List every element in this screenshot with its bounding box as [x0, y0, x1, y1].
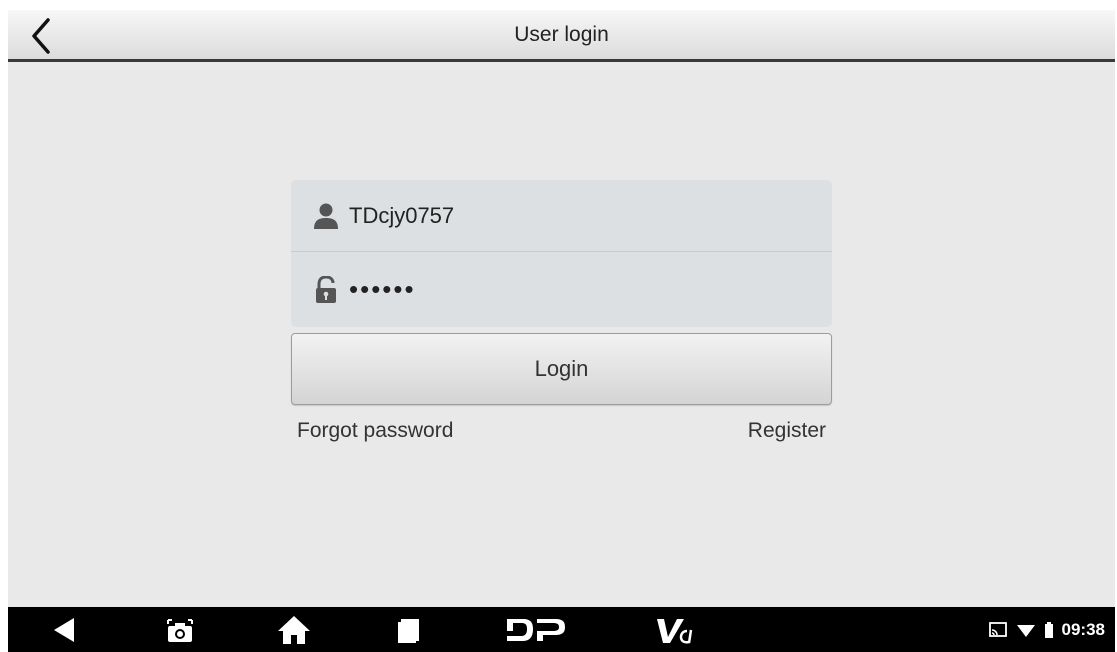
forgot-password-link[interactable]: Forgot password: [297, 419, 453, 443]
username-input[interactable]: [349, 180, 809, 251]
status-area: 09:38: [988, 607, 1105, 652]
vci-button[interactable]: [653, 607, 703, 652]
battery-icon: [1044, 621, 1053, 638]
lock-icon: [316, 276, 336, 303]
vci-icon: [657, 619, 693, 644]
wifi-icon: [1016, 624, 1035, 637]
page-title: User login: [514, 23, 609, 46]
password-field[interactable]: [291, 252, 832, 327]
screenshot-icon: [167, 619, 193, 642]
dp-button[interactable]: [503, 607, 569, 652]
cast-icon: [988, 621, 1007, 637]
status-time: 09:38: [1061, 619, 1105, 639]
login-form: Login Forgot password Register: [291, 180, 832, 459]
nav-back-button[interactable]: [43, 607, 83, 652]
navigation-bar: 09:38: [8, 607, 1115, 652]
app-window: User login Login: [8, 10, 1115, 652]
username-field[interactable]: [291, 180, 832, 252]
user-icon: [314, 203, 338, 229]
recents-icon: [398, 619, 419, 643]
main-content: Login Forgot password Register: [8, 62, 1115, 607]
dp-icon: [507, 619, 565, 641]
recents-button[interactable]: [389, 607, 429, 652]
back-triangle-icon: [54, 618, 74, 642]
home-button[interactable]: [274, 607, 314, 652]
login-links: Forgot password Register: [291, 419, 832, 459]
register-link[interactable]: Register: [748, 419, 826, 443]
title-bar: User login: [8, 10, 1115, 62]
login-button[interactable]: Login: [291, 333, 832, 405]
password-input[interactable]: [349, 252, 809, 327]
home-icon: [278, 616, 310, 644]
screenshot-button[interactable]: [160, 607, 200, 652]
